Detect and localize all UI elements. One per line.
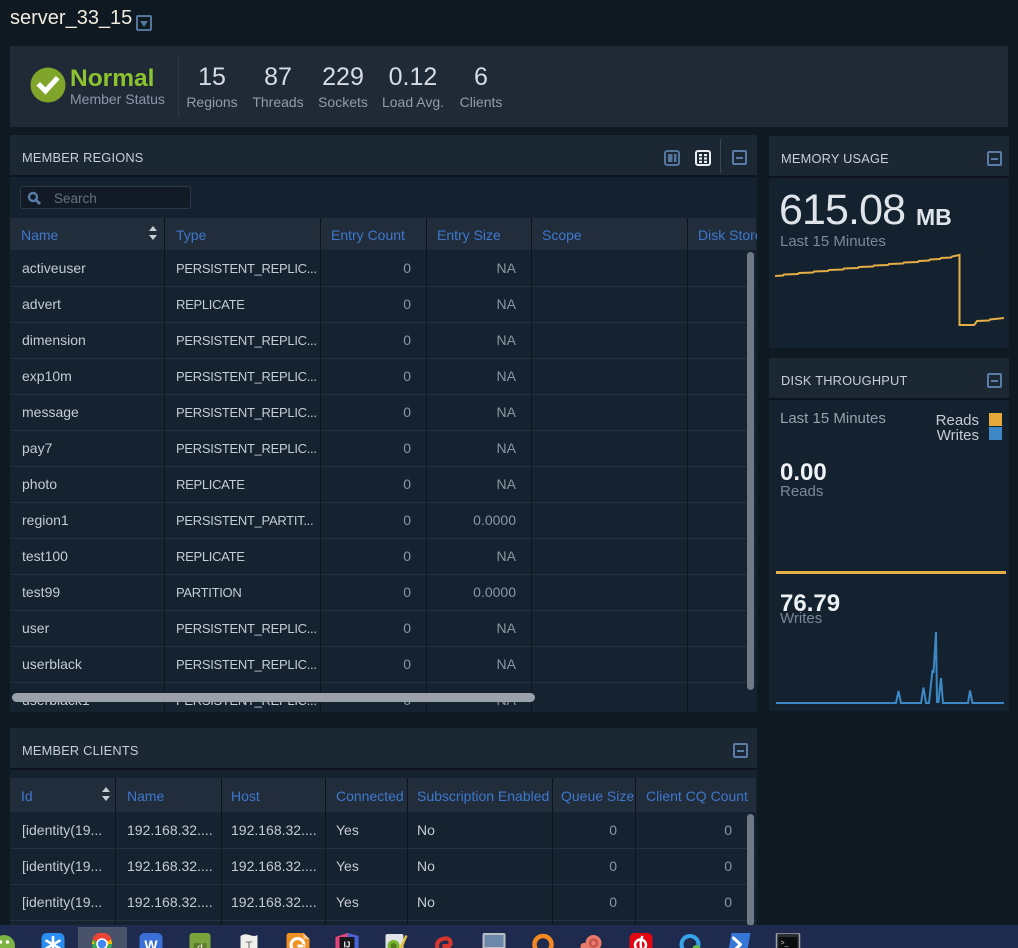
svg-text:T: T: [245, 939, 253, 948]
svg-text:IJ: IJ: [344, 941, 351, 948]
svg-text:d: d: [197, 943, 203, 948]
svg-text:>_: >_: [781, 940, 789, 947]
svg-text:W: W: [144, 937, 158, 948]
